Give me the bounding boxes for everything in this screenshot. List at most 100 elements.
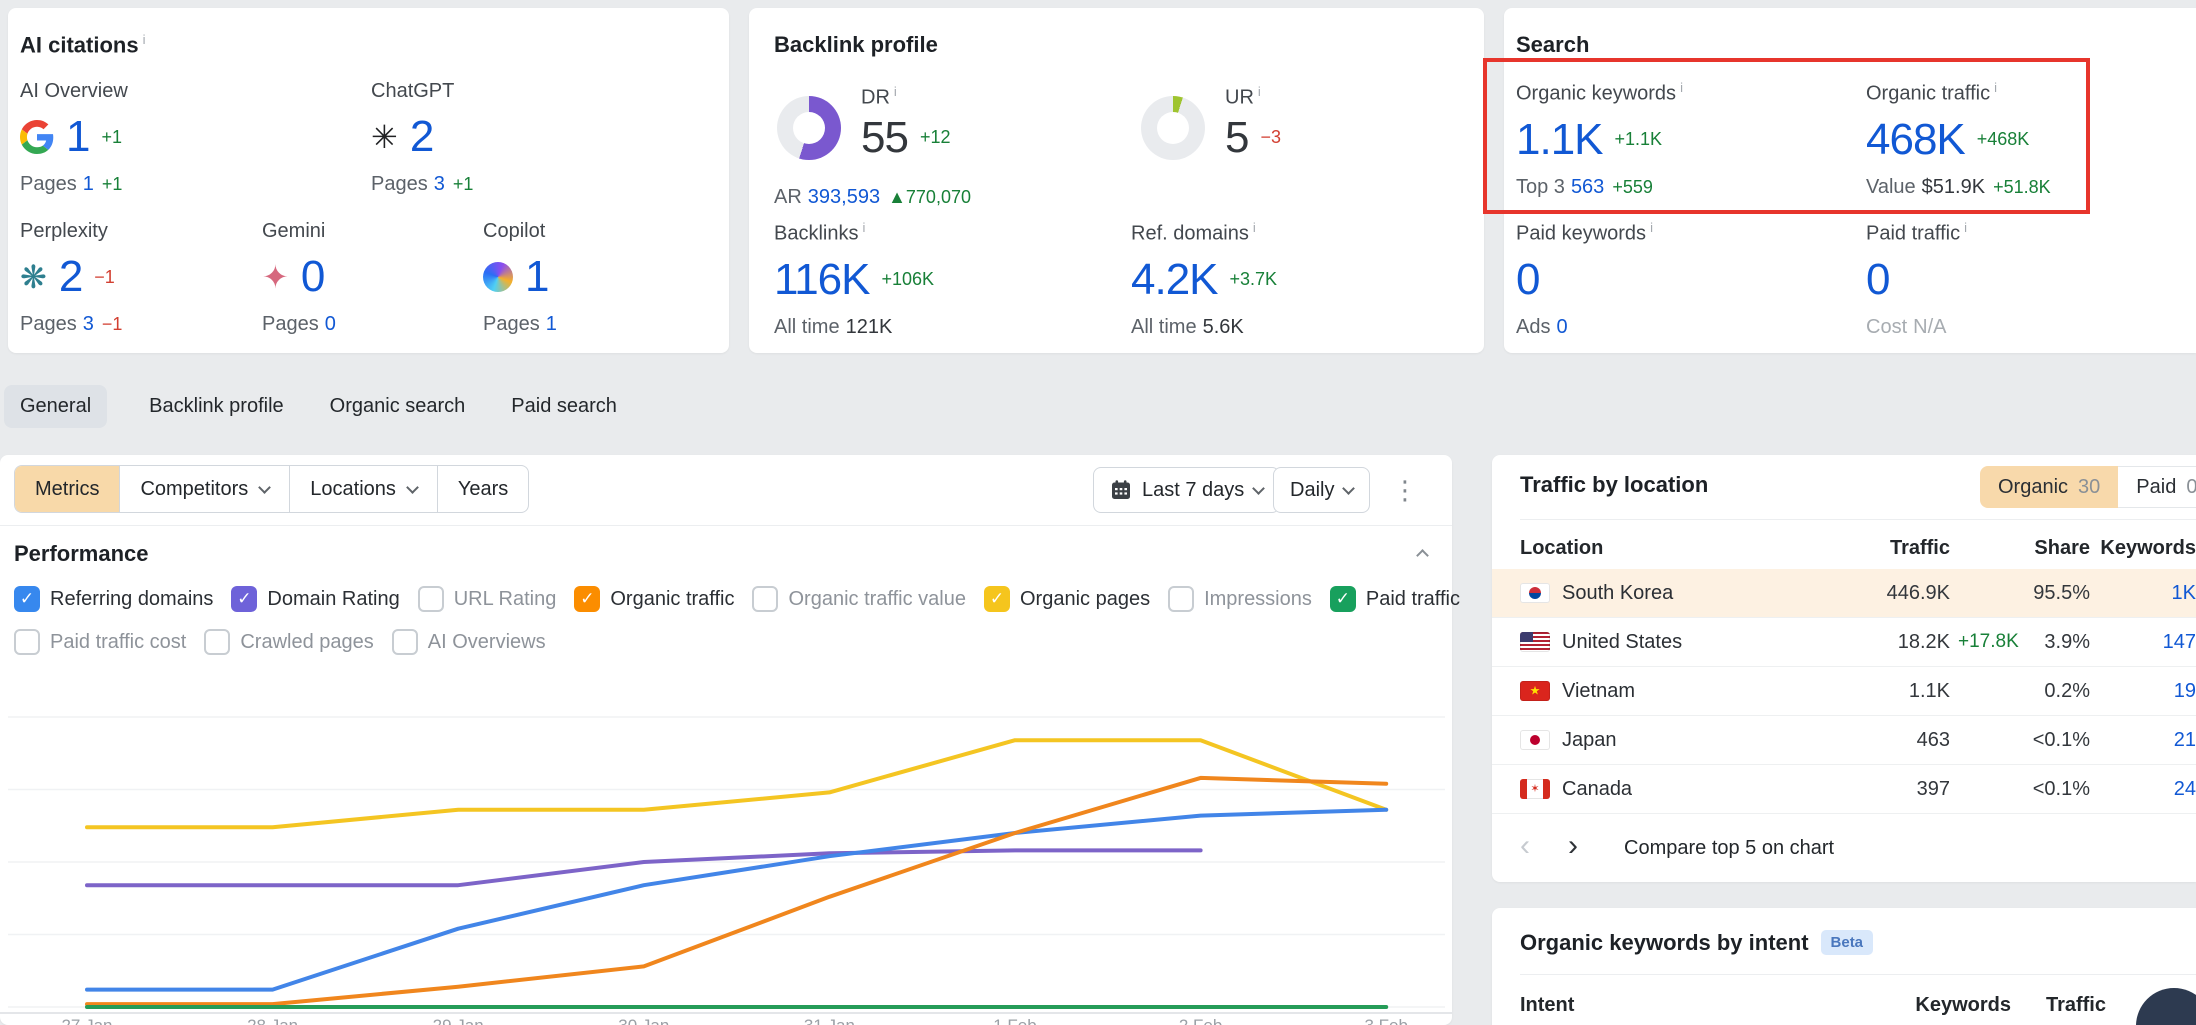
beta-badge: Beta [1821,930,1874,955]
keywords-by-intent-title: Organic keywords by intentBeta [1520,930,1873,956]
tab-backlink-profile[interactable]: Backlink profile [145,385,288,428]
table-row-japan[interactable]: Japan 463 <0.1% 21 [1492,716,2196,765]
svg-text:30 Jan: 30 Jan [618,1016,669,1025]
metric-label: Copilot [483,220,557,243]
checkbox-organic-pages[interactable]: ✓Organic pages [984,586,1150,612]
checkbox-label: AI Overviews [428,631,546,654]
ads-value-link[interactable]: 0 [1556,316,1567,338]
metric-value-link[interactable]: 2 [410,112,433,162]
years-filter-button[interactable]: Years [437,466,528,512]
info-icon[interactable]: i [1253,220,1256,235]
table-row-canada[interactable]: Canada 397 <0.1% 24 [1492,765,2196,814]
backlink-profile-title: Backlink profile [774,32,938,58]
checkbox-organic-traffic-value[interactable]: Organic traffic value [752,586,966,612]
tab-general[interactable]: General [4,385,107,428]
pages-delta: +1 [453,174,474,194]
info-icon[interactable]: i [1258,84,1261,99]
locations-filter-button[interactable]: Locations [289,466,437,512]
metric-value-link[interactable]: 1 [66,112,89,162]
keywords-value-link[interactable]: 147+92 [2136,631,2196,654]
info-icon[interactable]: i [894,84,897,99]
collapse-chevron-icon[interactable] [1416,549,1429,562]
ai-citations-title-text: AI citations [20,32,139,57]
organic-keywords-value-link[interactable]: 1.1K [1516,115,1603,165]
checkbox-impressions[interactable]: Impressions [1168,586,1312,612]
tab-paid-search[interactable]: Paid search [507,385,621,428]
competitors-label: Competitors [140,478,248,501]
ref-domains-label: Ref. domains [1131,223,1249,245]
checkbox-label: Domain Rating [267,588,399,611]
top3-value-link[interactable]: 563 [1571,176,1604,198]
info-icon[interactable]: i [1994,80,1997,95]
metric-value-link[interactable]: 1 [525,252,548,302]
checkbox-organic-traffic[interactable]: ✓Organic traffic [574,586,734,612]
table-row-vietnam[interactable]: Vietnam 1.1K 0.2% 19 [1492,667,2196,716]
checkbox-paid-traffic-cost[interactable]: Paid traffic cost [14,629,186,655]
granularity-button[interactable]: Daily [1273,467,1370,513]
flag-south-korea-icon [1520,583,1550,603]
metric-value-link[interactable]: 0 [301,252,324,302]
pages-value-link[interactable]: 1 [546,313,557,335]
competitors-filter-button[interactable]: Competitors [119,466,289,512]
keywords-value-link[interactable]: 21 [2136,729,2196,752]
date-range-button[interactable]: Last 7 days [1093,467,1280,513]
divider [0,525,1452,526]
toggle-organic[interactable]: Organic30 [1980,466,2118,508]
share-value: 0.2% [2044,680,2090,702]
compare-top5-link[interactable]: Compare top 5 on chart [1624,837,1834,860]
svg-text:1 Feb: 1 Feb [993,1016,1036,1025]
table-row-south-korea[interactable]: South Korea 446.9K 95.5% 1K [1492,569,2196,618]
performance-card: Metrics Competitors Locations Years Last… [0,455,1452,1025]
paid-keywords-value-link[interactable]: 0 [1516,255,1539,305]
keywords-value-link[interactable]: 24 [2136,778,2196,801]
toggle-paid[interactable]: Paid0 [2118,466,2196,508]
checkbox-url-rating[interactable]: URL Rating [418,586,557,612]
metric-ai-overview: AI Overview 1 +1 Pages1+1 [20,80,128,196]
location-name: South Korea [1562,582,1673,605]
prev-page-arrow-icon[interactable]: ‹ [1520,831,1530,861]
performance-line-chart[interactable]: 27 Jan28 Jan29 Jan30 Jan31 Jan1 Feb2 Feb… [0,655,1452,1025]
paid-traffic-value-link[interactable]: 0 [1866,255,1889,305]
metrics-filter-button[interactable]: Metrics [15,466,119,512]
checkbox-referring-domains[interactable]: ✓Referring domains [14,586,213,612]
checkbox-icon [392,629,418,655]
pages-value-link[interactable]: 3 [83,313,94,335]
metric-label: AI Overview [20,80,128,103]
value-delta: +51.8K [1993,177,2051,197]
checkbox-paid-traffic[interactable]: ✓Paid traffic [1330,586,1460,612]
ref-domains-value-link[interactable]: 4.2K [1131,255,1218,305]
pages-value-link[interactable]: 3 [434,173,445,195]
metric-label: Gemini [262,220,336,243]
pages-label: Pages [20,173,77,195]
info-icon[interactable]: i [1964,220,1967,235]
keywords-value-link[interactable]: 19 [2136,680,2196,703]
search-title: Search [1516,32,1589,58]
table-row-united-states[interactable]: United States 18.2K+17.8K 3.9% 147+92 [1492,618,2196,667]
keywords-value-link[interactable]: 1K [2136,582,2196,605]
organic-traffic-delta: +468K [1977,129,2030,150]
flag-canada-icon [1520,779,1550,799]
checkbox-ai-overviews[interactable]: AI Overviews [392,629,546,655]
ar-value-link[interactable]: 393,593 [808,186,880,208]
checkbox-label: Referring domains [50,588,213,611]
organic-traffic-value-link[interactable]: 468K [1866,115,1965,165]
ur-label: UR [1225,87,1254,109]
years-label: Years [458,478,508,501]
tab-organic-search[interactable]: Organic search [326,385,470,428]
backlinks-value-link[interactable]: 116K [774,255,870,305]
pages-value-link[interactable]: 1 [83,173,94,195]
checkbox-label: Organic traffic [610,588,734,611]
metric-value-link[interactable]: 2 [59,252,82,302]
traffic-by-location-title: Traffic by location [1520,472,1708,498]
pages-value-link[interactable]: 0 [325,313,336,335]
more-options-kebab-icon[interactable]: ⋮ [1392,477,1418,503]
checkbox-crawled-pages[interactable]: Crawled pages [204,629,373,655]
info-icon[interactable]: i [1650,220,1653,235]
metric-organic-keywords: Organic keywordsi 1.1K +1.1K Top 3563+55… [1516,80,1683,199]
checkbox-icon [418,586,444,612]
info-icon[interactable]: i [143,32,146,47]
info-icon[interactable]: i [1680,80,1683,95]
next-page-arrow-icon[interactable]: › [1568,831,1578,861]
info-icon[interactable]: i [862,220,865,235]
checkbox-domain-rating[interactable]: ✓Domain Rating [231,586,399,612]
